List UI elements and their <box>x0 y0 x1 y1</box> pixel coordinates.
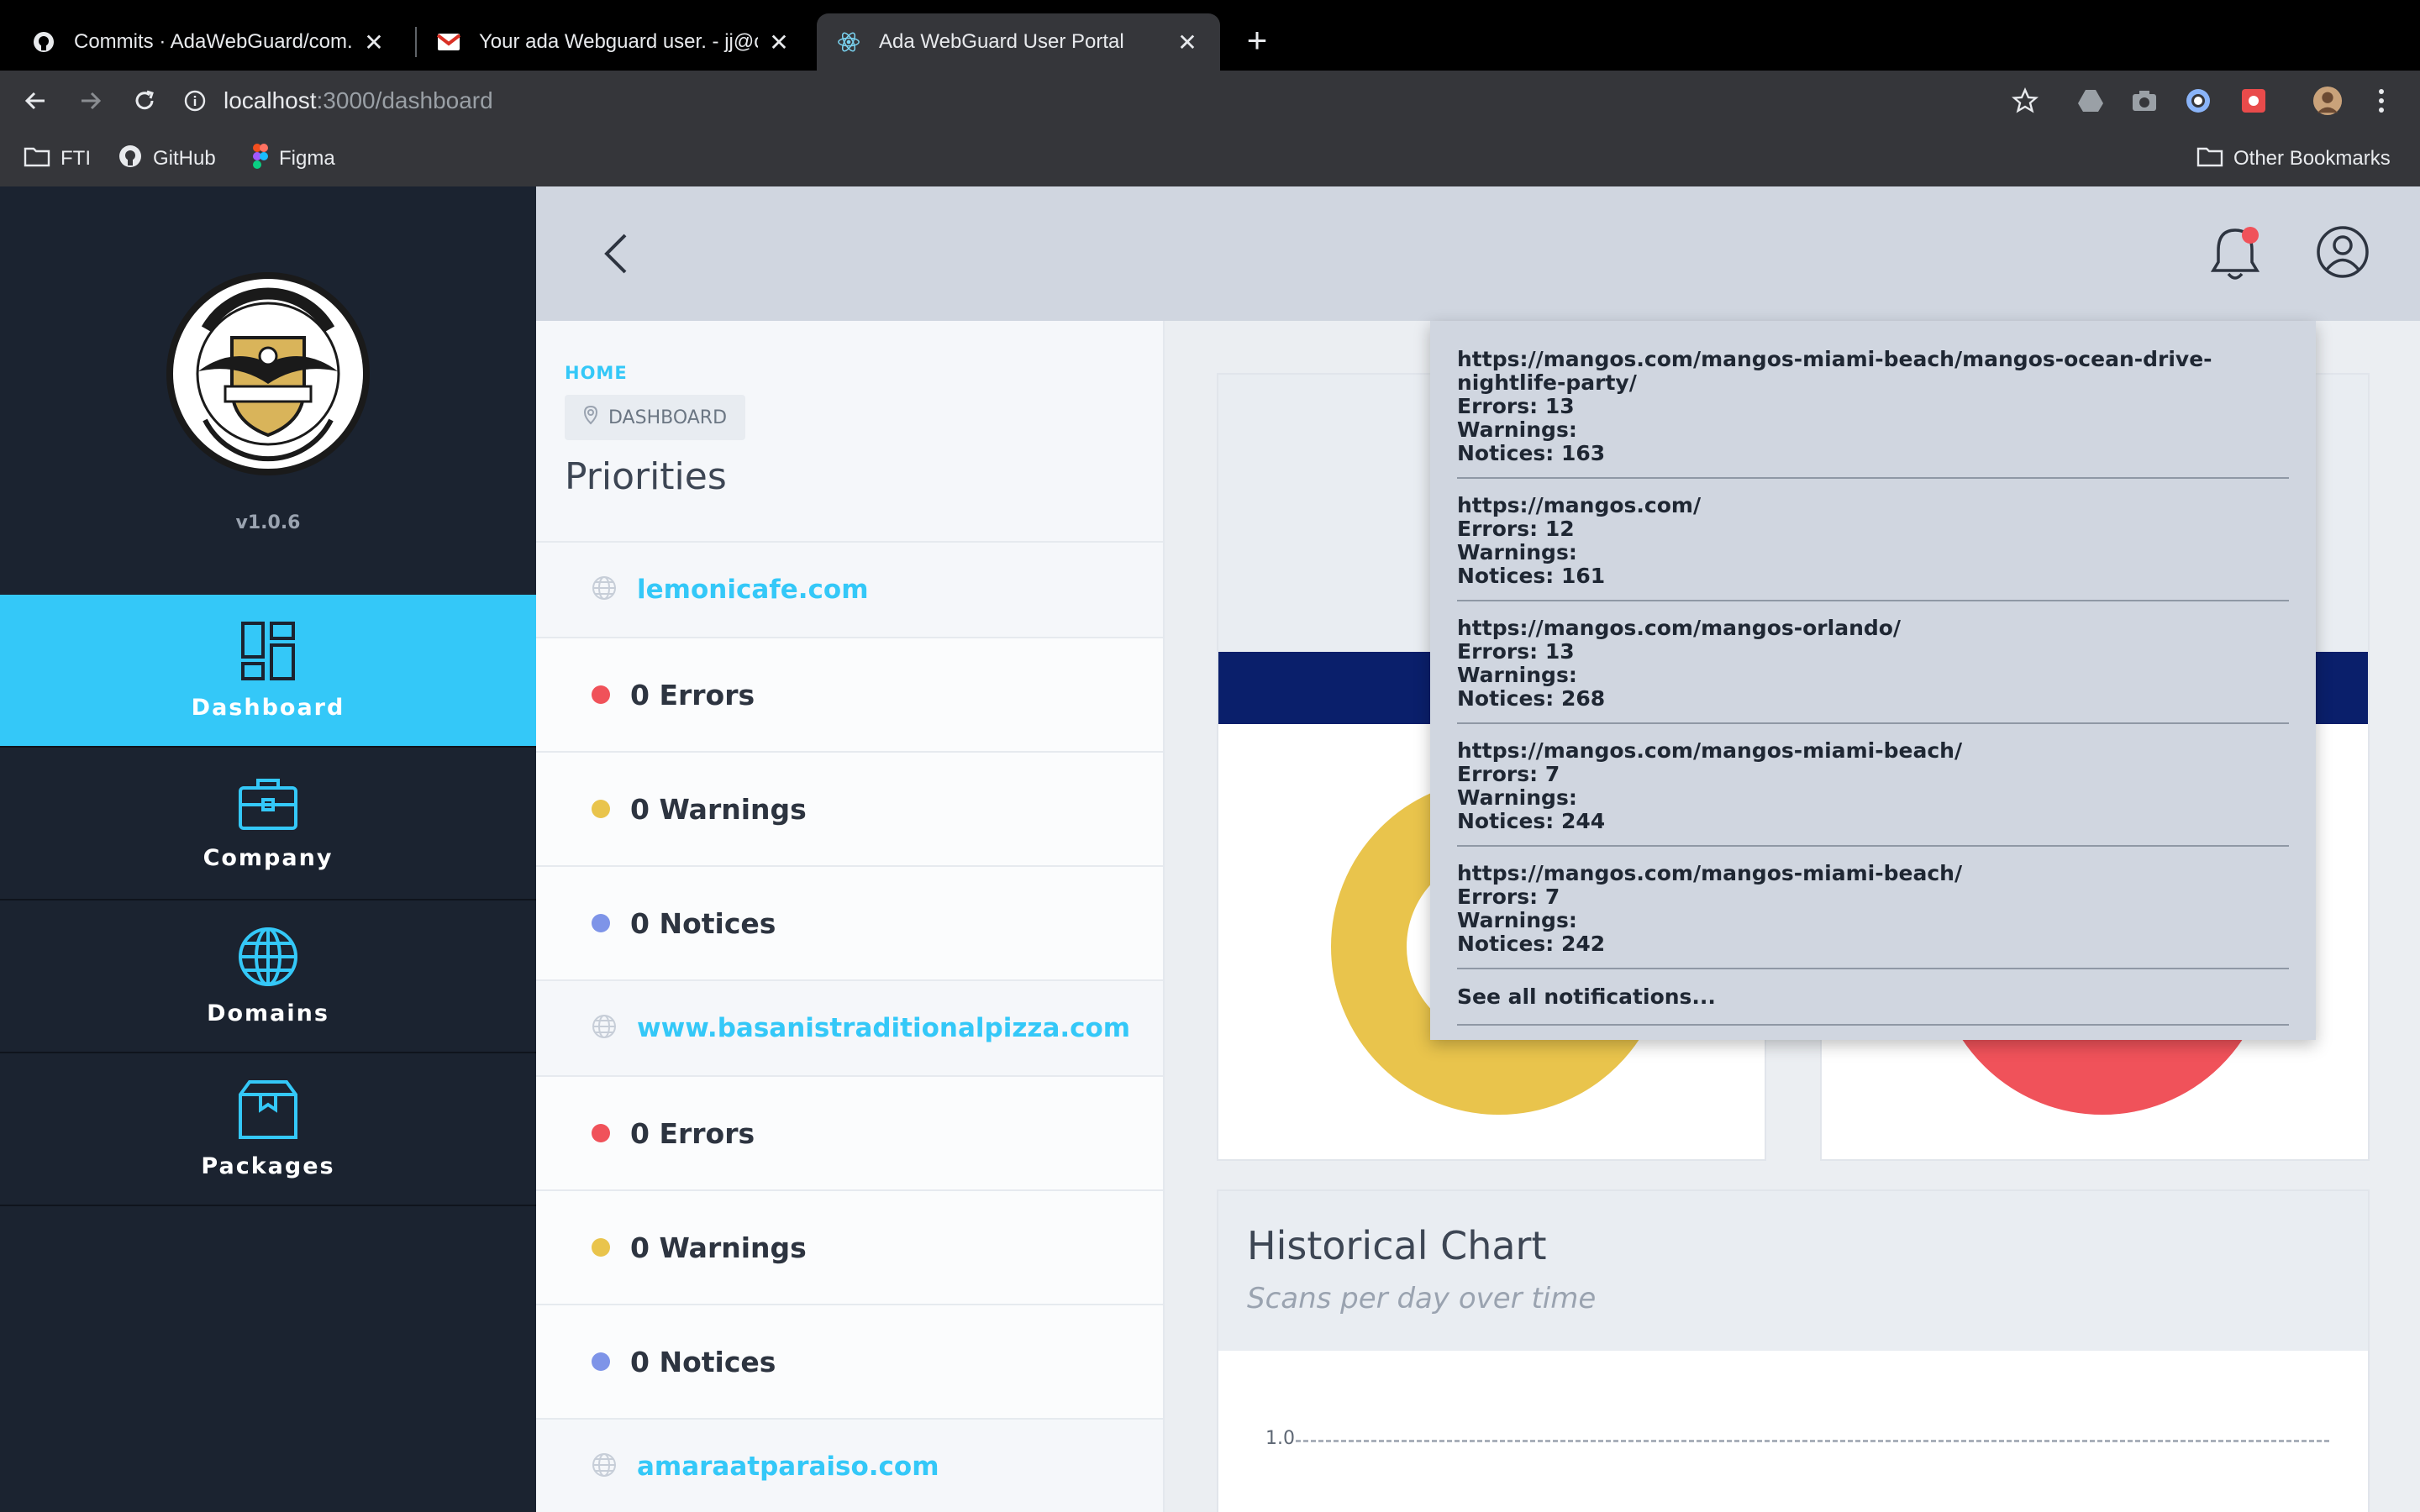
close-icon[interactable]: ✕ <box>766 29 792 56</box>
browser-tab-portal[interactable]: Ada WebGuard User Portal ✕ <box>817 13 1220 71</box>
y-axis-tick: 1.0 <box>1265 1428 1295 1449</box>
notification-item[interactable]: https://mangos.com/ Errors: 12 Warnings:… <box>1457 491 2289 601</box>
notification-item[interactable]: https://mangos.com/mangos-miami-beach/ma… <box>1457 344 2289 479</box>
sidebar-item-label: Company <box>203 844 334 871</box>
notification-item[interactable]: https://mangos.com/mangos-miami-beach/ E… <box>1457 858 2289 969</box>
globe-icon <box>238 927 298 990</box>
error-dot <box>592 1124 610 1142</box>
breadcrumb-current: DASHBOARD <box>565 395 746 440</box>
error-dot <box>592 685 610 704</box>
sidebar-item-label: Dashboard <box>191 694 345 721</box>
globe-icon <box>592 1014 617 1042</box>
app-topbar <box>536 186 2420 321</box>
bookmark-fti[interactable]: FTI <box>24 144 91 173</box>
browser-tab-gmail[interactable]: Your ada Webguard user. - jj@cn ✕ <box>417 13 812 71</box>
historical-chart-card: Historical Chart Scans per day over time… <box>1217 1189 2370 1512</box>
notifications-dropdown: https://mangos.com/mangos-miami-beach/ma… <box>1430 321 2316 1040</box>
gmail-icon <box>437 30 460 54</box>
dashboard-icon <box>240 621 296 685</box>
warning-dot <box>592 800 610 818</box>
globe-icon <box>592 575 617 604</box>
bookmark-star-icon[interactable] <box>2010 86 2040 116</box>
tab-title: Ada WebGuard User Portal <box>879 30 1124 53</box>
folder-icon <box>24 145 50 173</box>
priority-domain-row[interactable]: lemonicafe.com <box>536 541 1163 637</box>
notice-dot <box>592 914 610 932</box>
sidebar-item-company[interactable]: Company <box>0 748 536 900</box>
close-icon[interactable]: ✕ <box>361 29 387 56</box>
sidebar-item-label: Packages <box>201 1152 335 1179</box>
priority-errors-row: 0 Errors <box>536 637 1163 751</box>
chart-gridline <box>1296 1440 2329 1442</box>
page-title: Priorities <box>565 455 727 498</box>
priority-notices-row: 0 Notices <box>536 1304 1163 1418</box>
new-tab-button[interactable]: + <box>1239 22 1276 59</box>
back-arrow-icon[interactable] <box>20 86 50 116</box>
priority-warnings-row: 0 Warnings <box>536 1189 1163 1304</box>
briefcase-icon <box>238 776 298 835</box>
browser-menu-icon[interactable] <box>2366 86 2396 116</box>
notification-item[interactable]: https://mangos.com/mangos-orlando/ Error… <box>1457 613 2289 724</box>
browser-toolbar: localhost:3000/dashboard <box>0 71 2420 131</box>
forward-arrow-icon[interactable] <box>76 86 106 116</box>
priority-domain-row[interactable]: amaraatparaiso.com <box>536 1418 1163 1512</box>
camera-extension-icon[interactable] <box>2129 86 2160 116</box>
url-path: :3000/dashboard <box>316 87 493 113</box>
extension-red-icon[interactable] <box>2238 86 2269 116</box>
address-bar[interactable]: localhost:3000/dashboard <box>183 81 2065 121</box>
react-icon <box>837 30 860 54</box>
drive-extension-icon[interactable] <box>2075 86 2106 116</box>
historical-chart-title: Historical Chart <box>1247 1223 1547 1268</box>
browser-tab-bar: Commits · AdaWebGuard/com.ad ✕ Your ada … <box>0 0 2420 71</box>
location-pin-icon <box>583 405 598 430</box>
see-all-notifications-link[interactable]: See all notifications... <box>1457 981 2289 1026</box>
historical-chart-subtitle: Scans per day over time <box>1247 1282 1597 1315</box>
bookmark-github[interactable]: GitHub <box>118 144 216 173</box>
ada-webguard-logo <box>166 272 370 475</box>
sidebar-item-packages[interactable]: Packages <box>0 1053 536 1206</box>
priority-errors-row: 0 Errors <box>536 1075 1163 1189</box>
tab-title: Your ada Webguard user. - jj@cn <box>479 30 758 53</box>
folder-icon <box>2196 145 2223 173</box>
bookmark-figma[interactable]: Figma <box>252 143 335 175</box>
bookmark-other[interactable]: Other Bookmarks <box>2196 144 2391 173</box>
info-icon[interactable] <box>183 89 207 113</box>
extension-circle-icon[interactable] <box>2183 86 2213 116</box>
priorities-panel: HOME DASHBOARD Priorities lemonicafe.com… <box>536 321 1165 1512</box>
globe-icon <box>592 1452 617 1481</box>
app-version: v1.0.6 <box>235 512 301 533</box>
profile-avatar[interactable] <box>2312 86 2343 116</box>
bookmarks-bar: FTI GitHub Figma Other Bookmarks <box>0 131 2420 186</box>
github-icon <box>118 144 143 175</box>
priority-domain-row[interactable]: www.basanistraditionalpizza.com <box>536 979 1163 1075</box>
figma-icon <box>252 143 269 175</box>
github-icon <box>32 30 55 54</box>
sidebar-item-label: Domains <box>207 1000 329 1026</box>
package-icon <box>238 1079 298 1143</box>
notice-dot <box>592 1352 610 1371</box>
warning-dot <box>592 1238 610 1257</box>
sidebar-item-domains[interactable]: Domains <box>0 900 536 1053</box>
priority-warnings-row: 0 Warnings <box>536 751 1163 865</box>
sidebar-item-dashboard[interactable]: Dashboard <box>0 595 536 748</box>
browser-tab-commits[interactable]: Commits · AdaWebGuard/com.ad ✕ <box>12 13 407 71</box>
chevron-left-icon[interactable] <box>600 232 634 276</box>
card-header: Historical Chart Scans per day over time <box>1218 1191 2368 1351</box>
breadcrumb-home[interactable]: HOME <box>565 363 628 383</box>
url-host: localhost <box>224 87 317 113</box>
user-account-icon[interactable] <box>2316 225 2370 279</box>
notification-item[interactable]: https://mangos.com/mangos-miami-beach/ E… <box>1457 736 2289 847</box>
close-icon[interactable]: ✕ <box>1175 29 1200 56</box>
tab-title: Commits · AdaWebGuard/com.ad <box>74 30 353 53</box>
sidebar: v1.0.6 Dashboard Company Domains Package… <box>0 186 536 1512</box>
priority-notices-row: 0 Notices <box>536 865 1163 979</box>
reload-icon[interactable] <box>129 86 160 116</box>
notification-badge <box>2242 227 2259 244</box>
